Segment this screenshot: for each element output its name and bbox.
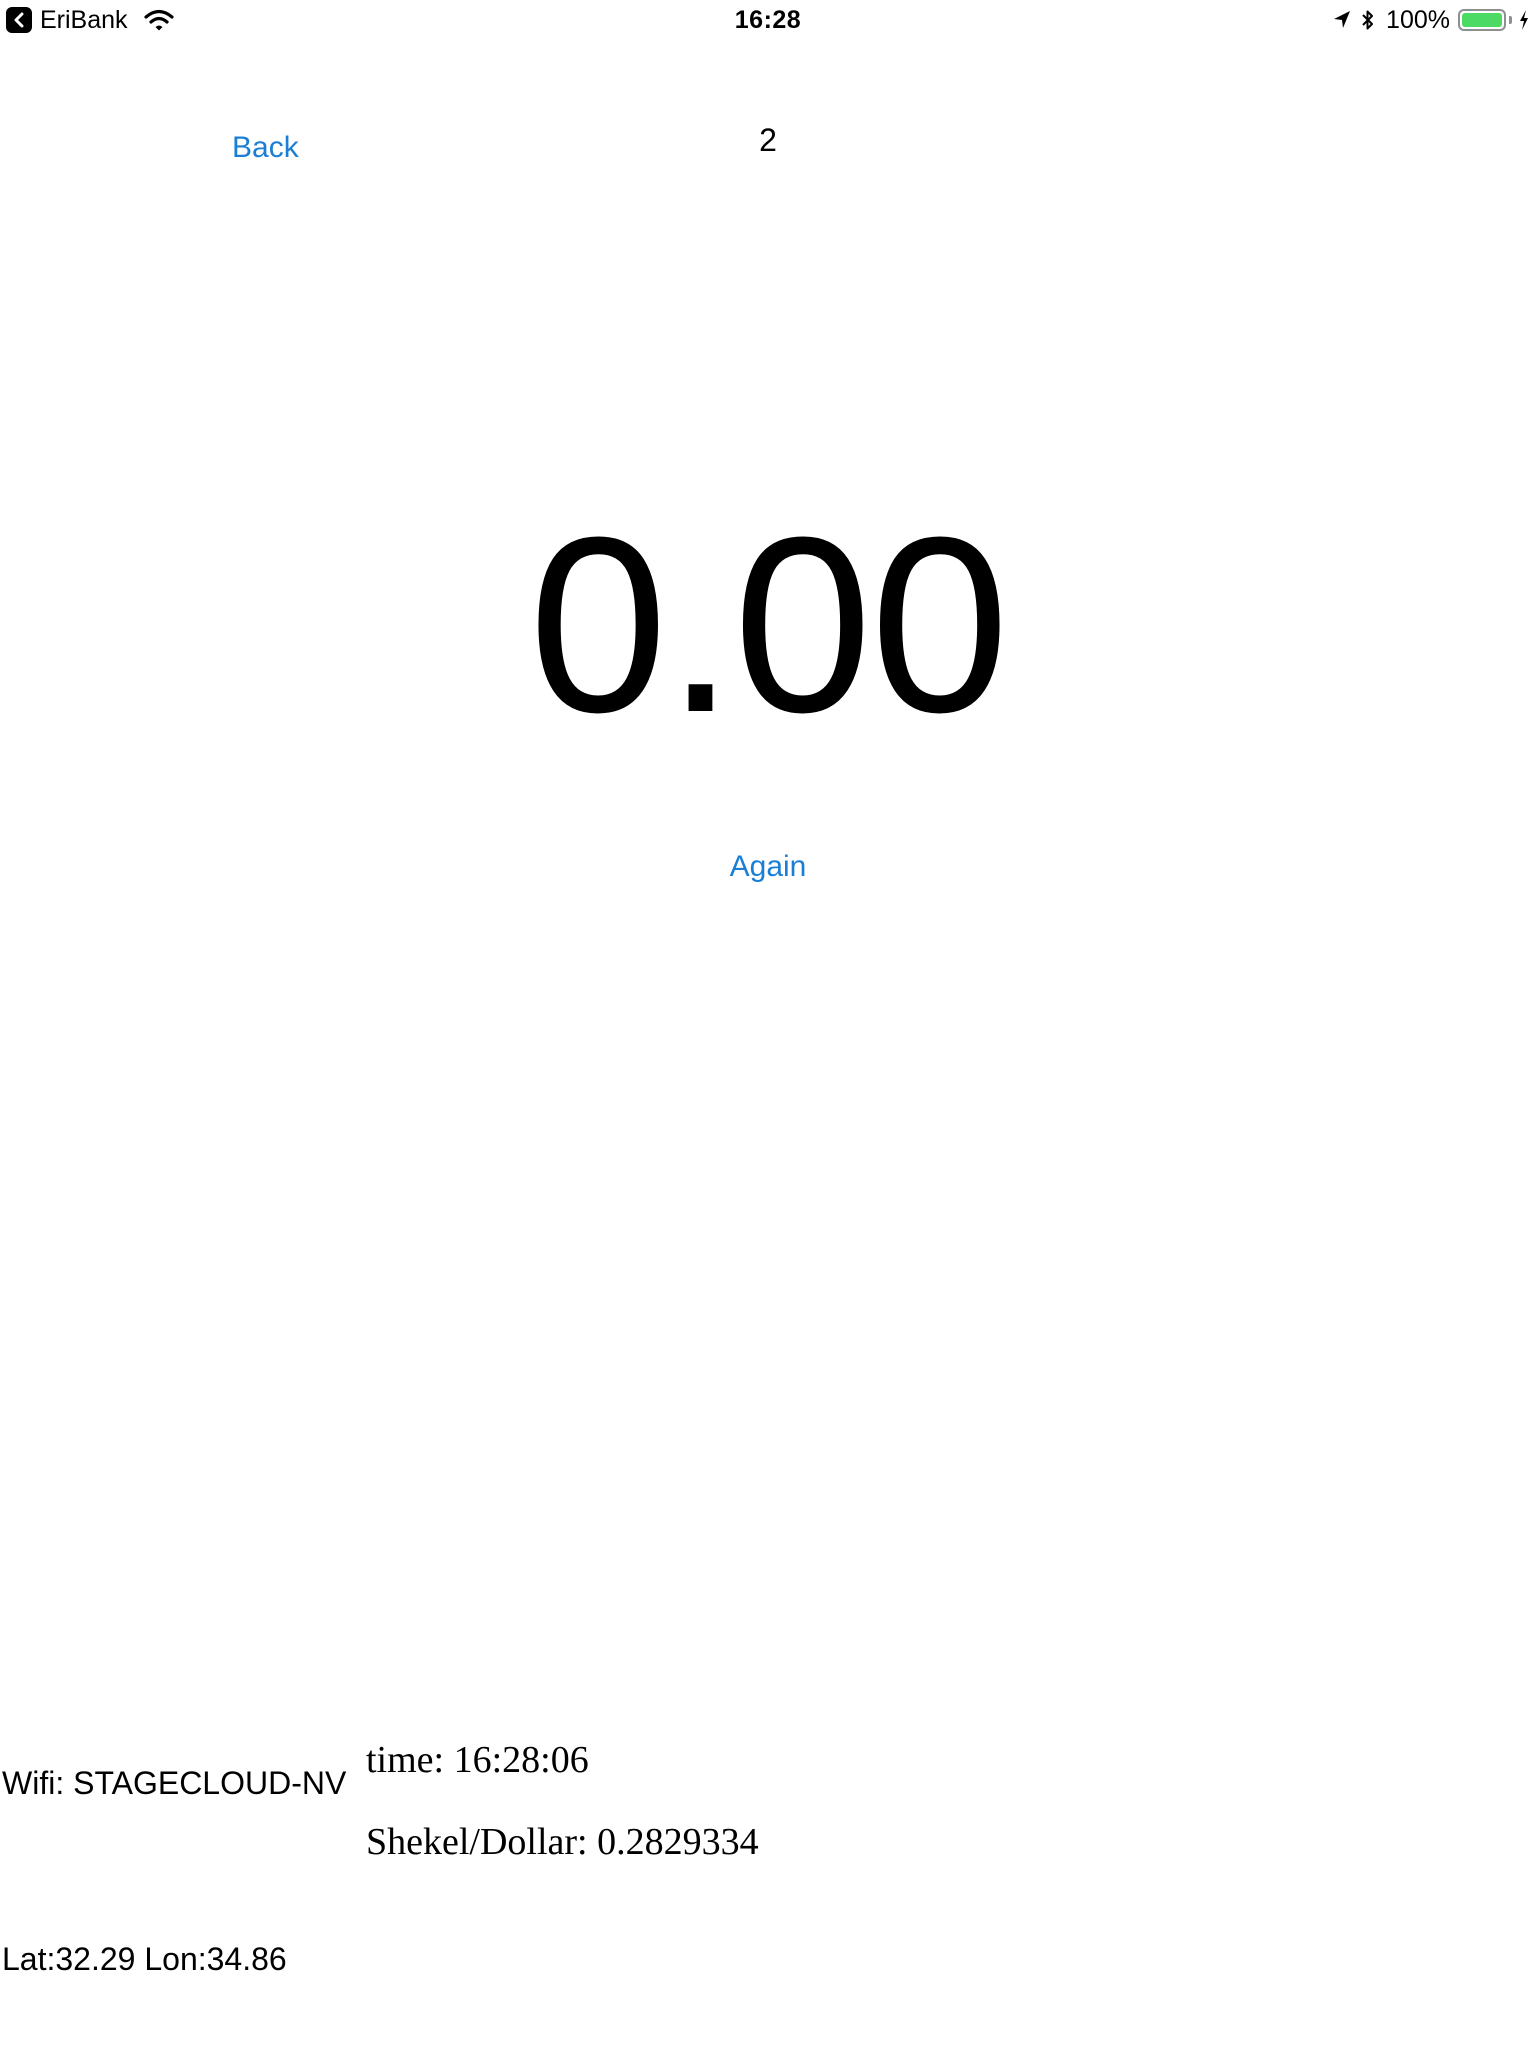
bluetooth-icon [1362, 10, 1374, 30]
exchange-rate-info: Shekel/Dollar: 0.2829334 [366, 1821, 759, 1863]
charging-icon [1520, 10, 1528, 30]
battery-nub [1509, 16, 1512, 24]
battery-fill [1462, 13, 1502, 27]
result-value: 0.00 [528, 485, 1010, 764]
battery-icon [1458, 9, 1506, 31]
status-bar: EriBank 16:28 100% [0, 0, 1536, 40]
status-bar-right: 100% [1332, 6, 1530, 34]
again-button-row: Again [0, 849, 1536, 885]
location-info: Lat:32.29 Lon:34.86 [2, 1941, 287, 1977]
status-time: 16:28 [734, 6, 802, 34]
wifi-info: Wifi: STAGECLOUD-NV [2, 1765, 347, 1801]
time-info: time: 16:28:06 [366, 1739, 589, 1781]
location-icon [1334, 11, 1351, 28]
again-button[interactable]: Again [730, 850, 807, 883]
battery-percent: 100% [1386, 6, 1450, 34]
counter-label: 2 [759, 122, 777, 158]
